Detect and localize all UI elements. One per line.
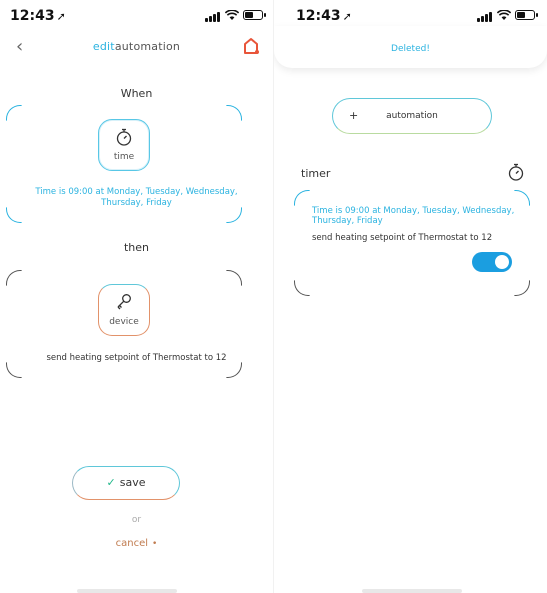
card-condition: Time is 09:00 at Monday, Tuesday, Wednes… [312,206,515,226]
status-bar: 12:43 ➚ [274,0,547,34]
action-label: device [109,317,139,327]
when-label: When [120,87,153,100]
status-bar: 12:43 ➚ [0,0,273,34]
automations-list-screen: Deleted! 12:43 ➚ + automation timer Time … [274,0,547,593]
battery-icon [515,10,538,20]
add-automation-label: automation [386,111,438,121]
save-label: save [119,476,146,489]
action-tile[interactable]: device [98,284,150,336]
check-icon: ✓ [106,476,116,489]
battery-icon [243,10,266,20]
home-indicator [362,589,462,593]
location-arrow-icon: ➚ [56,10,66,23]
key-icon [117,294,131,310]
card-action: send heating setpoint of Thermostat to 1… [312,233,493,243]
signal-icon [205,12,223,22]
status-time: 12:43 ➚ [10,8,66,24]
trigger-label: time [113,152,135,162]
app-header: ‹ editautomation [0,34,273,62]
page-title: editautomation [92,40,181,53]
status-time: 12:43 ➚ [296,8,352,24]
wifi-icon [225,10,239,20]
or-label: or [131,515,142,525]
home-icon[interactable] [241,36,261,56]
stopwatch-icon [508,163,524,181]
edit-automation-screen: 12:43 ➚ ‹ editautomation When time Time i [0,0,273,593]
cancel-link[interactable]: cancel • [0,538,273,549]
location-arrow-icon: ➚ [342,10,352,23]
trigger-tile[interactable]: time [98,119,150,171]
signal-icon [477,12,495,22]
timer-heading: timer [301,167,331,180]
save-button[interactable]: ✓ save [72,466,180,500]
add-automation-button[interactable]: + automation [332,98,492,134]
home-indicator [77,589,177,593]
trigger-condition: Time is 09:00 at Monday, Tuesday, Wednes… [35,187,238,208]
stopwatch-icon [116,128,132,146]
action-description: send heating setpoint of Thermostat to 1… [46,353,227,363]
then-label: then [123,241,150,254]
automation-enabled-toggle[interactable] [472,252,512,272]
wifi-icon [497,10,511,20]
